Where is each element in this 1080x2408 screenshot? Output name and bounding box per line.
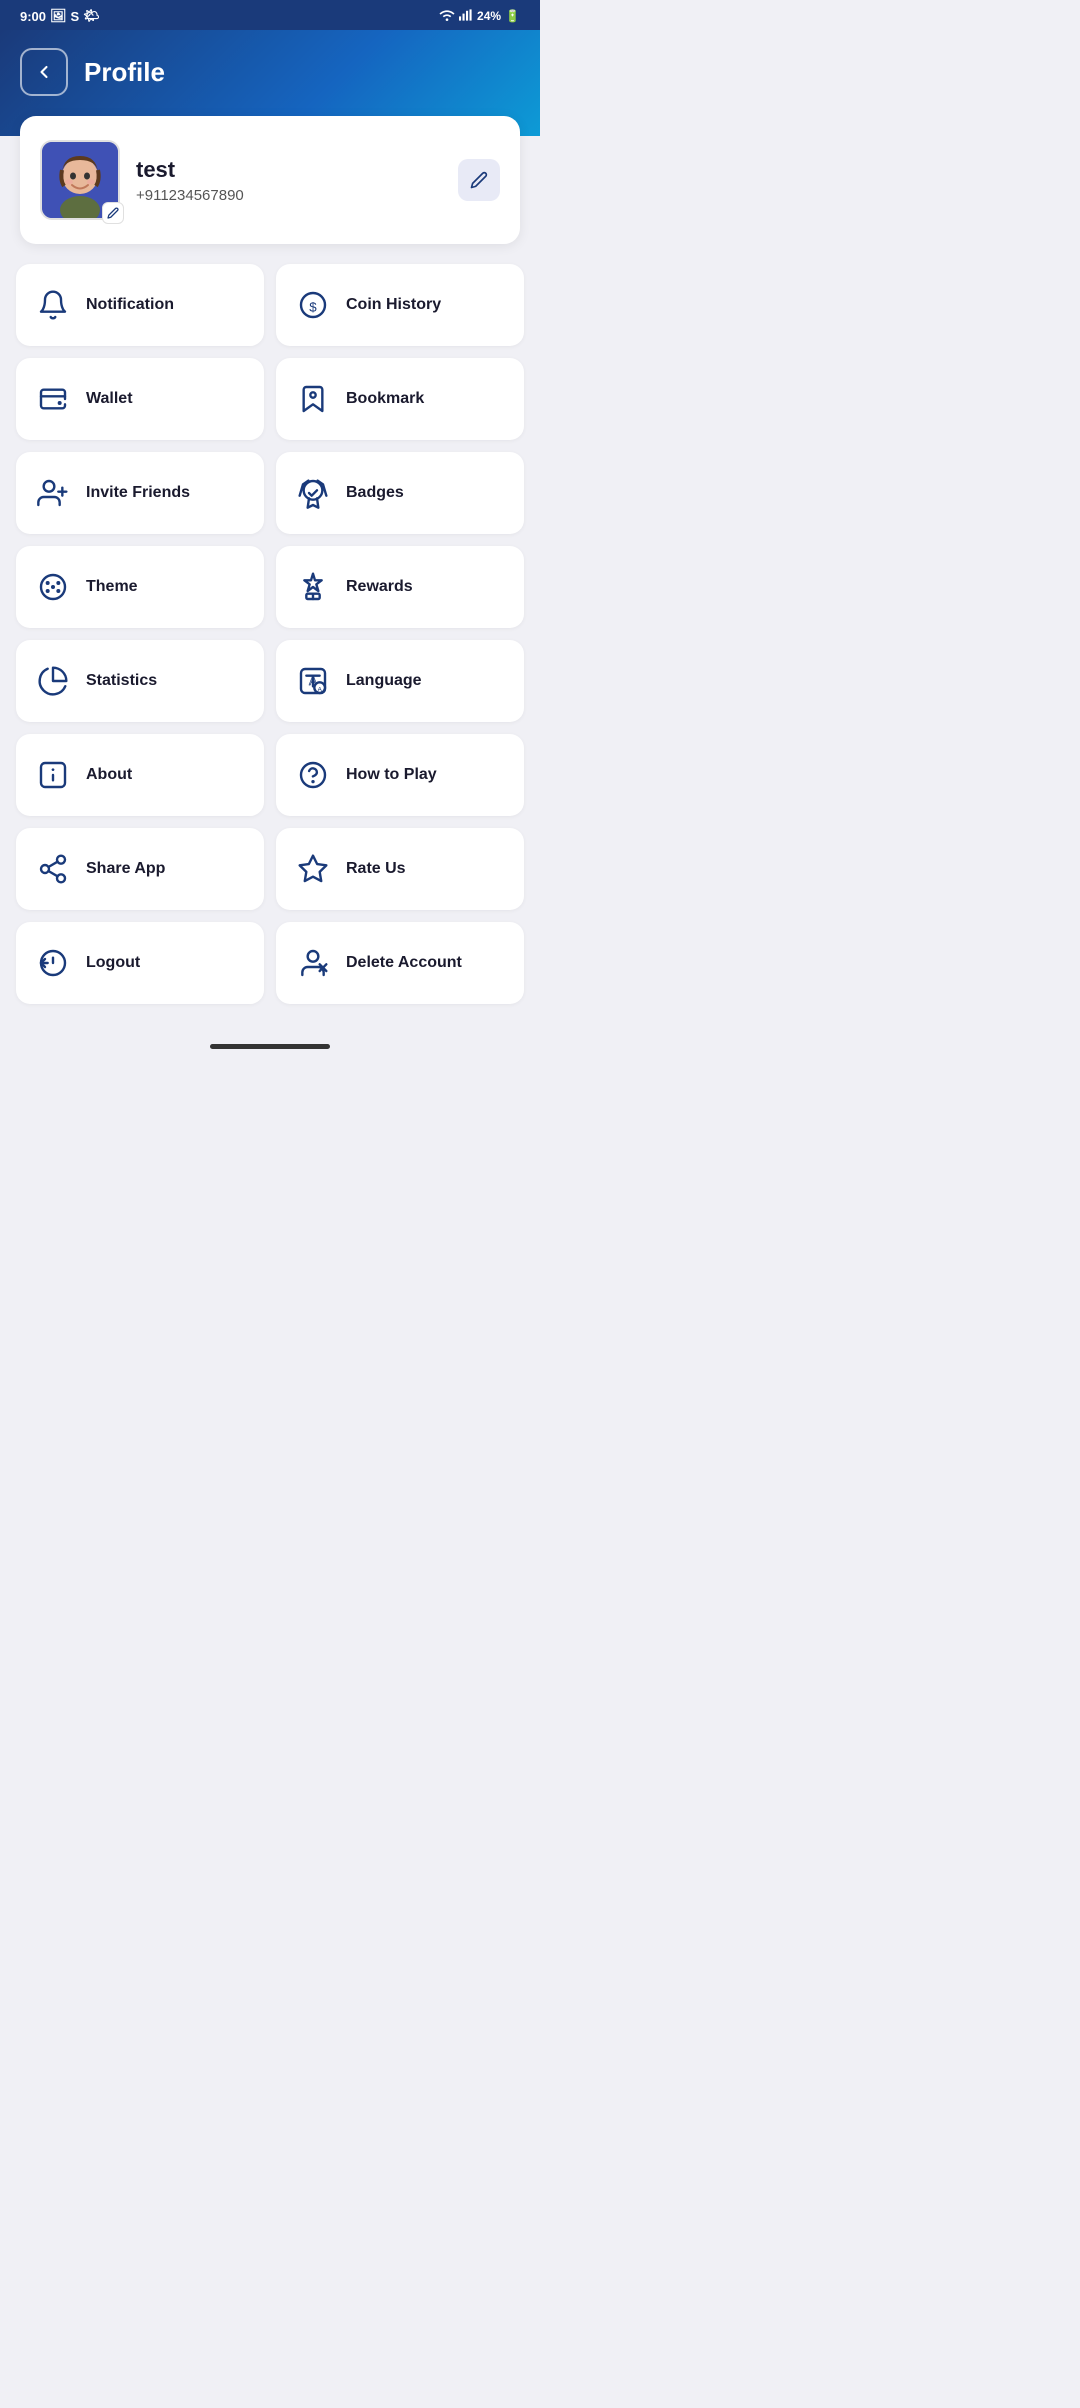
- bookmark-icon: [294, 380, 332, 418]
- home-indicator: [0, 1034, 540, 1063]
- menu-label-about: About: [86, 766, 132, 784]
- status-right: 24% 🔋: [439, 9, 520, 24]
- menu-grid: Notification $ Coin History Wallet Bookmark I…: [0, 264, 540, 1034]
- menu-label-wallet: Wallet: [86, 390, 133, 408]
- menu-item-rate-us[interactable]: Rate Us: [276, 828, 524, 910]
- avatar-edit-badge[interactable]: [102, 202, 124, 224]
- avatar-wrapper: [40, 140, 120, 220]
- menu-label-coin-history: Coin History: [346, 296, 441, 314]
- rateus-icon: [294, 850, 332, 888]
- menu-label-logout: Logout: [86, 954, 140, 972]
- menu-label-how-to-play: How to Play: [346, 766, 437, 784]
- photo-icon: 🖼: [50, 8, 67, 24]
- menu-item-statistics[interactable]: Statistics: [16, 640, 264, 722]
- menu-label-invite-friends: Invite Friends: [86, 484, 190, 502]
- svg-text:$: $: [309, 300, 317, 315]
- menu-label-language: Language: [346, 672, 422, 690]
- wallet-icon: [34, 380, 72, 418]
- logout-icon: [34, 944, 72, 982]
- menu-item-language[interactable]: AA Language: [276, 640, 524, 722]
- menu-item-notification[interactable]: Notification: [16, 264, 264, 346]
- profile-card: test +911234567890: [20, 116, 520, 244]
- share-icon: [34, 850, 72, 888]
- menu-item-share-app[interactable]: Share App: [16, 828, 264, 910]
- menu-label-rewards: Rewards: [346, 578, 413, 596]
- profile-phone: +911234567890: [136, 187, 442, 204]
- weather-icon: 🌤: [83, 8, 100, 24]
- status-bar: 9:00 🖼 S 🌤 24% 🔋: [0, 0, 540, 30]
- battery-icon: 🔋: [505, 9, 520, 23]
- menu-item-how-to-play[interactable]: How to Play: [276, 734, 524, 816]
- menu-label-delete-account: Delete Account: [346, 954, 462, 972]
- menu-item-coin-history[interactable]: $ Coin History: [276, 264, 524, 346]
- status-left: 9:00 🖼 S 🌤: [20, 8, 100, 24]
- page-title: Profile: [84, 57, 165, 88]
- menu-item-invite-friends[interactable]: Invite Friends: [16, 452, 264, 534]
- profile-info: test +911234567890: [136, 157, 442, 204]
- time-display: 9:00: [20, 9, 46, 24]
- profile-edit-button[interactable]: [458, 159, 500, 201]
- wifi-icon: [439, 9, 455, 24]
- profile-name: test: [136, 157, 442, 183]
- howtoplay-icon: [294, 756, 332, 794]
- signal-icon: [459, 9, 473, 24]
- about-icon: [34, 756, 72, 794]
- deleteaccount-icon: [294, 944, 332, 982]
- menu-item-theme[interactable]: Theme: [16, 546, 264, 628]
- back-button[interactable]: [20, 48, 68, 96]
- invite-icon: [34, 474, 72, 512]
- menu-label-bookmark: Bookmark: [346, 390, 424, 408]
- svg-text:A: A: [317, 687, 322, 694]
- coin-icon: $: [294, 286, 332, 324]
- menu-item-logout[interactable]: Logout: [16, 922, 264, 1004]
- menu-label-share-app: Share App: [86, 860, 165, 878]
- menu-item-delete-account[interactable]: Delete Account: [276, 922, 524, 1004]
- menu-item-about[interactable]: About: [16, 734, 264, 816]
- theme-icon: [34, 568, 72, 606]
- bell-icon: [34, 286, 72, 324]
- badge-icon: [294, 474, 332, 512]
- home-bar: [210, 1044, 330, 1049]
- statistics-icon: [34, 662, 72, 700]
- rewards-icon: [294, 568, 332, 606]
- menu-item-wallet[interactable]: Wallet: [16, 358, 264, 440]
- menu-item-badges[interactable]: Badges: [276, 452, 524, 534]
- menu-item-bookmark[interactable]: Bookmark: [276, 358, 524, 440]
- menu-label-badges: Badges: [346, 484, 404, 502]
- menu-label-notification: Notification: [86, 296, 174, 314]
- menu-label-theme: Theme: [86, 578, 138, 596]
- menu-label-rate-us: Rate Us: [346, 860, 406, 878]
- skype-icon: S: [71, 9, 80, 24]
- menu-item-rewards[interactable]: Rewards: [276, 546, 524, 628]
- language-icon: AA: [294, 662, 332, 700]
- menu-label-statistics: Statistics: [86, 672, 157, 690]
- battery-display: 24%: [477, 9, 501, 23]
